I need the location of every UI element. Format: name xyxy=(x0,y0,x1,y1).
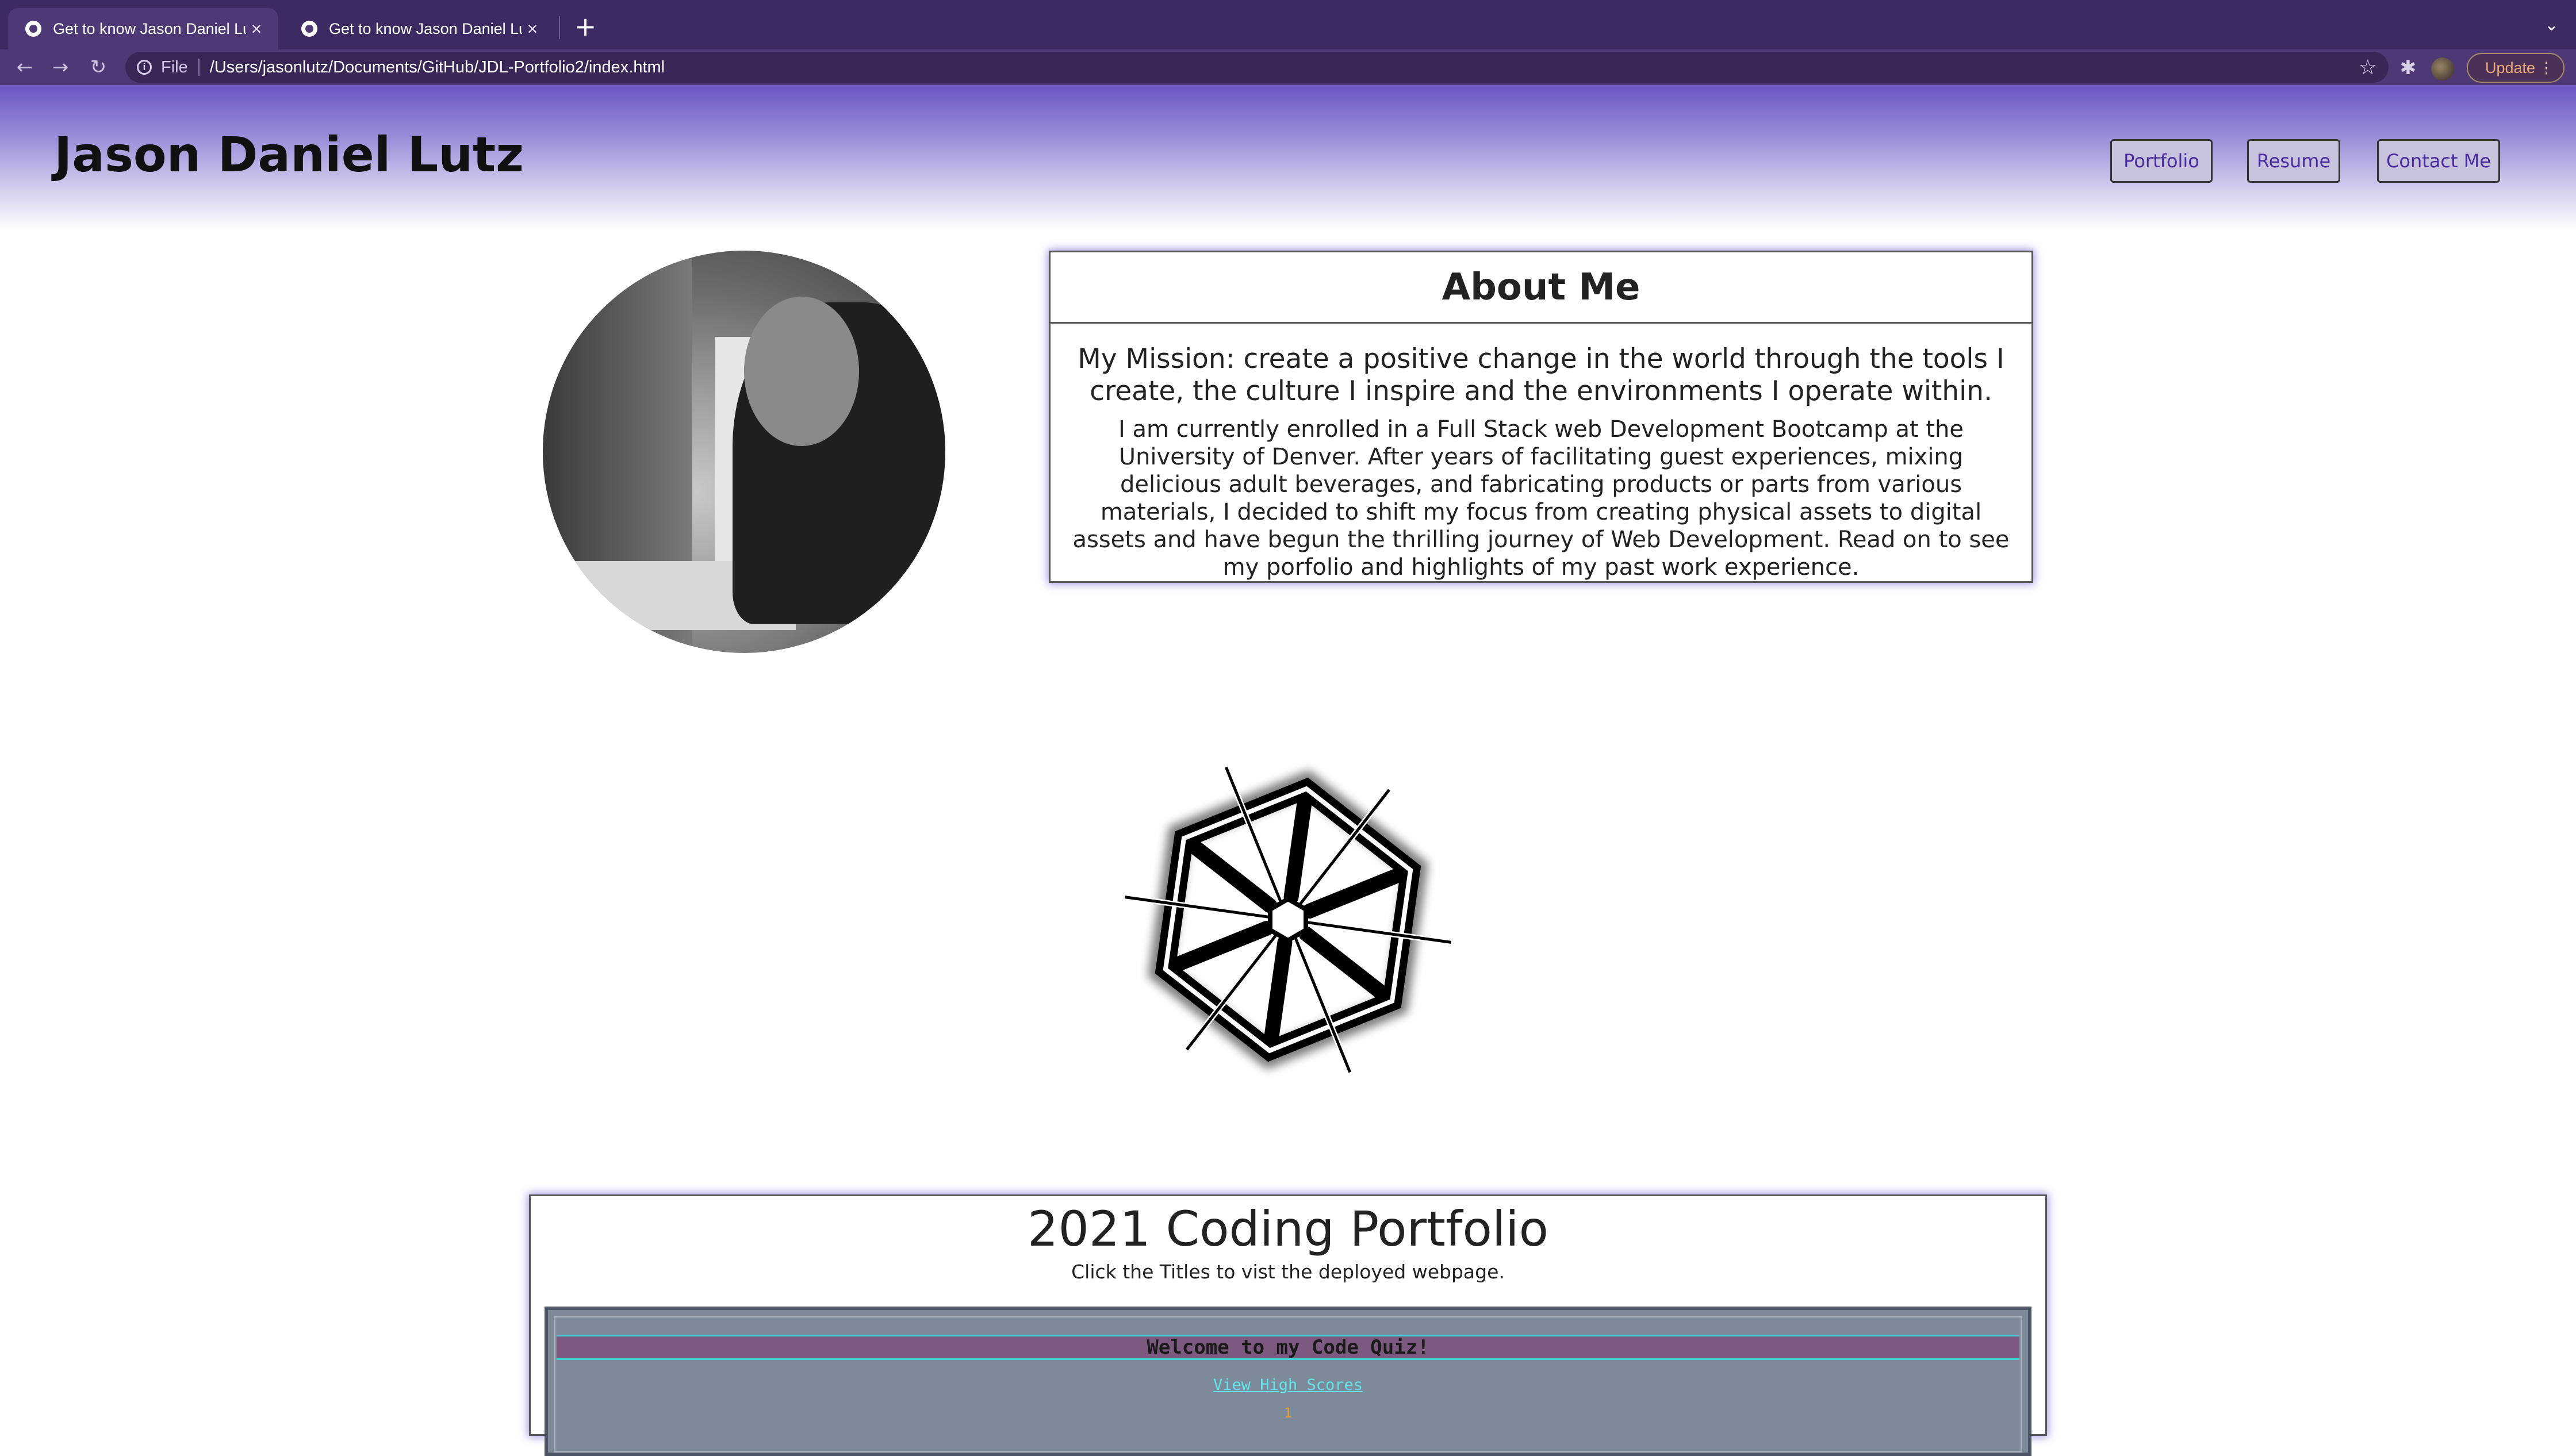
portfolio-subtitle: Click the Titles to vist the deployed we… xyxy=(1071,1261,1505,1283)
close-icon[interactable]: × xyxy=(246,18,267,40)
site-header: Jason Daniel Lutz Portfolio Resume Conta… xyxy=(0,85,2576,230)
profile-avatar[interactable] xyxy=(2431,57,2454,80)
bio-text: I am currently enrolled in a Full Stack … xyxy=(1072,416,2010,581)
browser-toolbar: ← → ↻ i File /Users/jasonlutz/Documents/… xyxy=(0,49,2576,85)
extensions-icon[interactable]: ✱ xyxy=(2397,56,2420,79)
tab-title: Get to know Jason Daniel Lutz xyxy=(53,20,246,37)
globe-icon xyxy=(25,21,41,37)
info-icon[interactable]: i xyxy=(137,60,152,75)
portfolio-section: 2021 Coding Portfolio Click the Titles t… xyxy=(529,1194,2047,1456)
about-heading: About Me xyxy=(1051,252,2031,324)
nav-portfolio-button[interactable]: Portfolio xyxy=(2110,139,2213,183)
view-high-scores-link[interactable]: View High Scores xyxy=(555,1376,2021,1394)
url-scheme: File xyxy=(161,57,188,76)
url-text[interactable]: /Users/jasonlutz/Documents/GitHub/JDL-Po… xyxy=(210,58,2359,77)
update-label: Update xyxy=(2485,59,2536,76)
site-title: Jason Daniel Lutz xyxy=(54,126,524,183)
quiz-timer: 1 xyxy=(1283,1405,1293,1421)
project-preview-code-quiz[interactable]: Welcome to my Code Quiz! View High Score… xyxy=(545,1307,2031,1456)
update-button[interactable]: Update ⋮ xyxy=(2467,53,2564,83)
close-icon[interactable]: × xyxy=(522,18,543,40)
back-icon[interactable]: ← xyxy=(12,54,38,80)
tab-active[interactable]: Get to know Jason Daniel Lutz × xyxy=(8,8,278,49)
globe-icon xyxy=(301,21,317,37)
nav-contact-button[interactable]: Contact Me xyxy=(2377,139,2500,183)
browser-tab-bar: Get to know Jason Daniel Lutz × Get to k… xyxy=(0,0,2576,49)
profile-photo xyxy=(543,251,945,653)
omnibox-divider xyxy=(198,59,200,76)
forward-icon[interactable]: → xyxy=(47,54,74,80)
reload-icon[interactable]: ↻ xyxy=(85,54,112,80)
tab-title: Get to know Jason Daniel Lutz xyxy=(329,20,522,37)
logo-emblem xyxy=(1124,766,1452,1074)
quiz-banner: Welcome to my Code Quiz! xyxy=(557,1335,2019,1360)
mission-statement: My Mission: create a positive change in … xyxy=(1078,343,2004,407)
tab-separator xyxy=(559,16,560,39)
bookmark-star-icon[interactable]: ☆ xyxy=(2359,55,2377,79)
new-tab-button[interactable]: + xyxy=(573,10,598,43)
tab-inactive[interactable]: Get to know Jason Daniel Lutz × xyxy=(284,8,554,49)
portfolio-title: 2021 Coding Portfolio xyxy=(1028,1201,1548,1257)
tab-search-icon[interactable]: ⌄ xyxy=(2544,15,2559,35)
about-card: About Me My Mission: create a positive c… xyxy=(1049,251,2033,583)
address-bar[interactable]: i File /Users/jasonlutz/Documents/GitHub… xyxy=(125,52,2389,83)
nav-resume-button[interactable]: Resume xyxy=(2247,139,2340,183)
menu-icon[interactable]: ⋮ xyxy=(2539,54,2554,82)
